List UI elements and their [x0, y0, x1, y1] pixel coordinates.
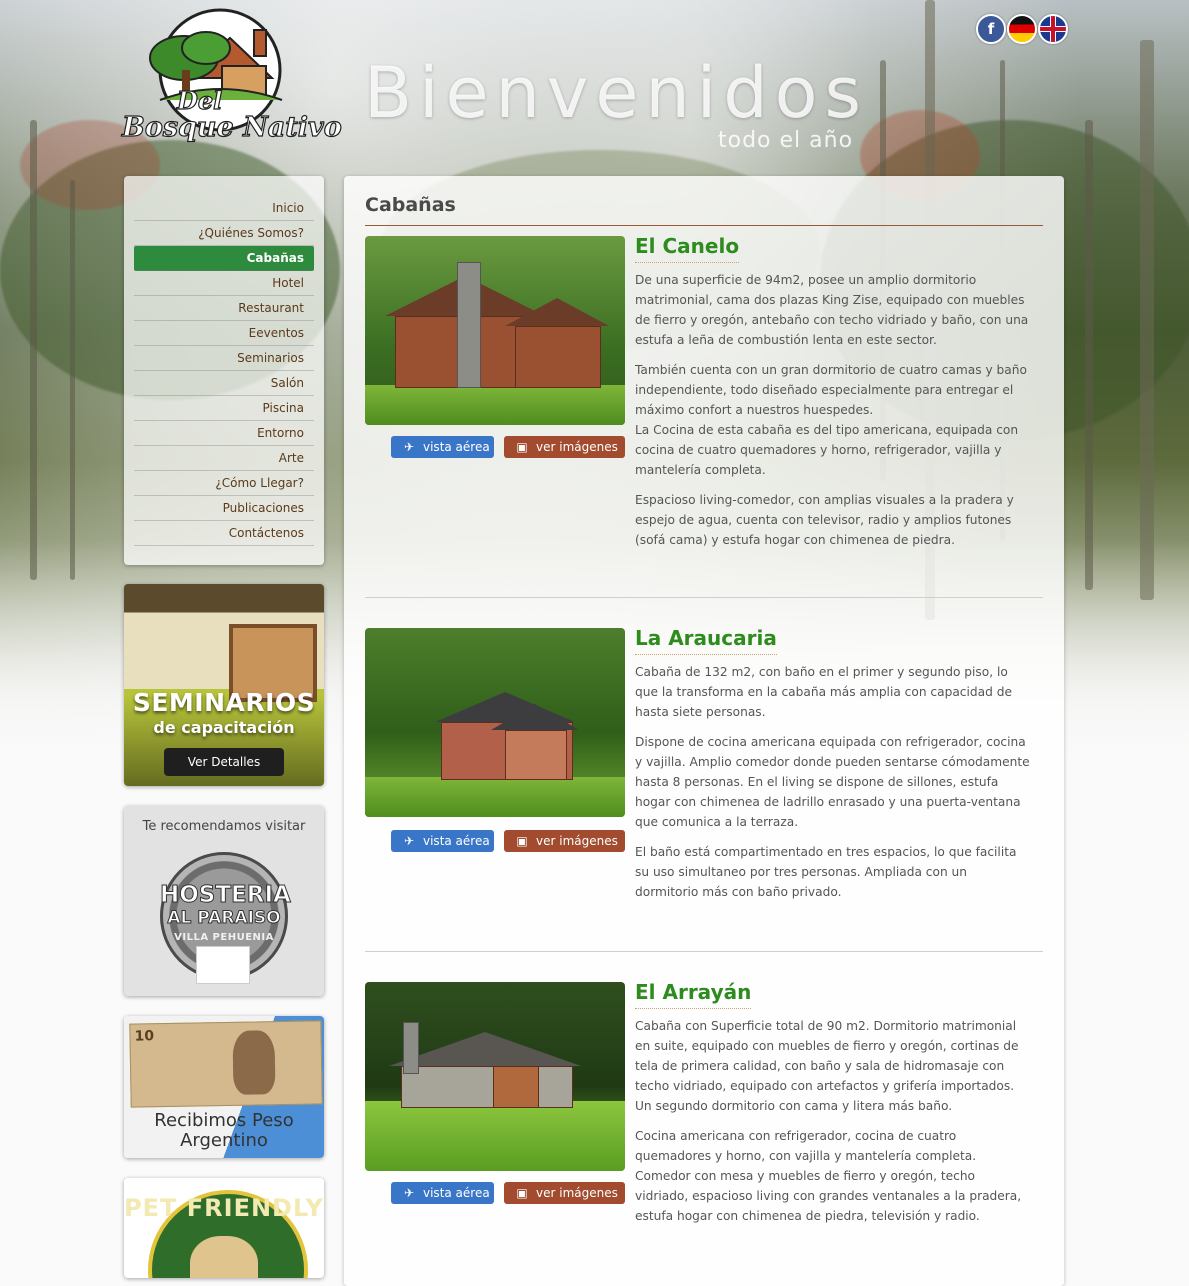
cabin-paragraph: El baño está compartimentado en tres esp…: [635, 845, 1017, 899]
cabin-paragraph: Dispone de cocina americana equipada con…: [635, 735, 1030, 829]
hosteria-line1: HOSTERIA: [160, 882, 292, 909]
aerial-view-button[interactable]: ✈ vista aérea: [391, 436, 494, 458]
aerial-view-button[interactable]: ✈ vista aérea: [391, 1182, 494, 1204]
seminarios-banner[interactable]: SEMINARIOS de capacitación Ver Detalles: [124, 584, 324, 786]
logo-text-line2: Bosque Nativo: [121, 111, 342, 143]
german-flag-icon[interactable]: [1007, 14, 1037, 44]
nav-item[interactable]: Hotel: [134, 271, 314, 296]
airplane-icon: ✈: [403, 440, 415, 454]
nav-item[interactable]: Eeventos: [134, 321, 314, 346]
nav-item[interactable]: Restaurant: [134, 296, 314, 321]
nav-item[interactable]: ¿Cómo Llegar?: [134, 471, 314, 496]
image-icon: ▣: [516, 1186, 528, 1200]
banknote-image: 10: [129, 1020, 323, 1108]
hosteria-line3: VILLA PEHUENIA: [174, 932, 274, 943]
image-icon: ▣: [516, 834, 528, 848]
cabin-divider: [365, 597, 1043, 598]
cabin-title: La Araucaria: [635, 626, 777, 655]
cabin-paragraph: De una superficie de 94m2, posee un ampl…: [635, 273, 1029, 347]
recommend-heading: Te recomendamos visitar: [142, 819, 306, 834]
cabin-paragraph: Cocina americana con refrigerador, cocin…: [635, 1129, 1022, 1223]
cabin-divider: [365, 951, 1043, 952]
nav-item[interactable]: Inicio: [134, 196, 314, 221]
aerial-view-button[interactable]: ✈ vista aérea: [391, 830, 494, 852]
uk-flag-icon[interactable]: [1038, 14, 1068, 44]
nav-item[interactable]: Seminarios: [134, 346, 314, 371]
nav-item[interactable]: Publicaciones: [134, 496, 314, 521]
nav-item[interactable]: Entorno: [134, 421, 314, 446]
cabin-description: Cabaña con Superficie total de 90 m2. Do…: [635, 1016, 1030, 1236]
logo-text-line1: Del: [176, 85, 223, 115]
main-content: Cabañas ✈ vista aérea ▣ ver imágenes El Ca…: [344, 176, 1064, 1286]
view-images-button[interactable]: ▣ ver imágenes: [504, 1182, 625, 1204]
peso-argentino-banner[interactable]: 10 Recibimos Peso Argentino: [124, 1016, 324, 1158]
peso-text-line1: Recibimos Peso: [154, 1110, 294, 1131]
nav-item[interactable]: Arte: [134, 446, 314, 471]
facebook-icon[interactable]: f: [976, 14, 1006, 44]
cabin-title: El Arrayán: [635, 980, 752, 1009]
cabin-description: Cabaña de 132 m2, con baño en el primer …: [635, 662, 1030, 912]
cabin-photo[interactable]: [365, 982, 625, 1171]
pet-friendly-text: PET FRIENDLY: [124, 1194, 324, 1222]
cabin-description: De una superficie de 94m2, posee un ampl…: [635, 270, 1030, 560]
cabin-photo[interactable]: [365, 236, 625, 425]
cabin-paragraph: Cabaña de 132 m2, con baño en el primer …: [635, 665, 1012, 719]
nav-item[interactable]: Salón: [134, 371, 314, 396]
pet-friendly-banner[interactable]: PET FRIENDLY: [124, 1178, 324, 1278]
view-images-button[interactable]: ▣ ver imágenes: [504, 830, 625, 852]
title-divider: [365, 225, 1043, 226]
cabin-paragraph: También cuenta con un gran dormitorio de…: [635, 363, 1027, 477]
peso-text: Recibimos Peso Argentino: [124, 1111, 324, 1151]
hosteria-banner[interactable]: Te recomendamos visitar HOSTERIA AL PARA…: [124, 806, 324, 996]
seminarios-subtitle: de capacitación: [153, 718, 295, 737]
nav-list: Inicio ¿Quiénes Somos? Cabañas Hotel Restaur…: [134, 196, 314, 546]
image-icon: ▣: [516, 440, 528, 454]
nav-item[interactable]: ¿Quiénes Somos?: [134, 221, 314, 246]
hosteria-mark-icon: [196, 946, 250, 984]
nav-item[interactable]: Contáctenos: [134, 521, 314, 546]
cabin-photo[interactable]: [365, 628, 625, 817]
airplane-icon: ✈: [403, 1186, 415, 1200]
airplane-icon: ✈: [403, 834, 415, 848]
cabin-title: El Canelo: [635, 234, 740, 263]
hosteria-line2: AL PARAISO: [167, 908, 281, 929]
view-images-button[interactable]: ▣ ver imágenes: [504, 436, 625, 458]
welcome-tagline: todo el año: [718, 128, 854, 153]
cabin-paragraph: Espacioso living-comedor, con amplias vi…: [635, 493, 1014, 547]
site-logo[interactable]: Del Bosque Nativo: [121, 8, 342, 158]
banknote-portrait: [232, 1030, 276, 1095]
nav-item[interactable]: Piscina: [134, 396, 314, 421]
peso-text-line2: Argentino: [180, 1130, 268, 1151]
page-title: Cabañas: [365, 194, 456, 216]
sidebar-navigation: Inicio ¿Quiénes Somos? Cabañas Hotel Restaur…: [124, 176, 324, 565]
cabin-paragraph: Cabaña con Superficie total de 90 m2. Do…: [635, 1019, 1019, 1113]
nav-item[interactable]: Cabañas: [134, 246, 314, 271]
banknote-value: 10: [134, 1028, 155, 1045]
seminarios-title: SEMINARIOS: [132, 688, 316, 717]
ver-detalles-button[interactable]: Ver Detalles: [164, 748, 284, 776]
welcome-heading: Bienvenidos: [364, 52, 868, 134]
